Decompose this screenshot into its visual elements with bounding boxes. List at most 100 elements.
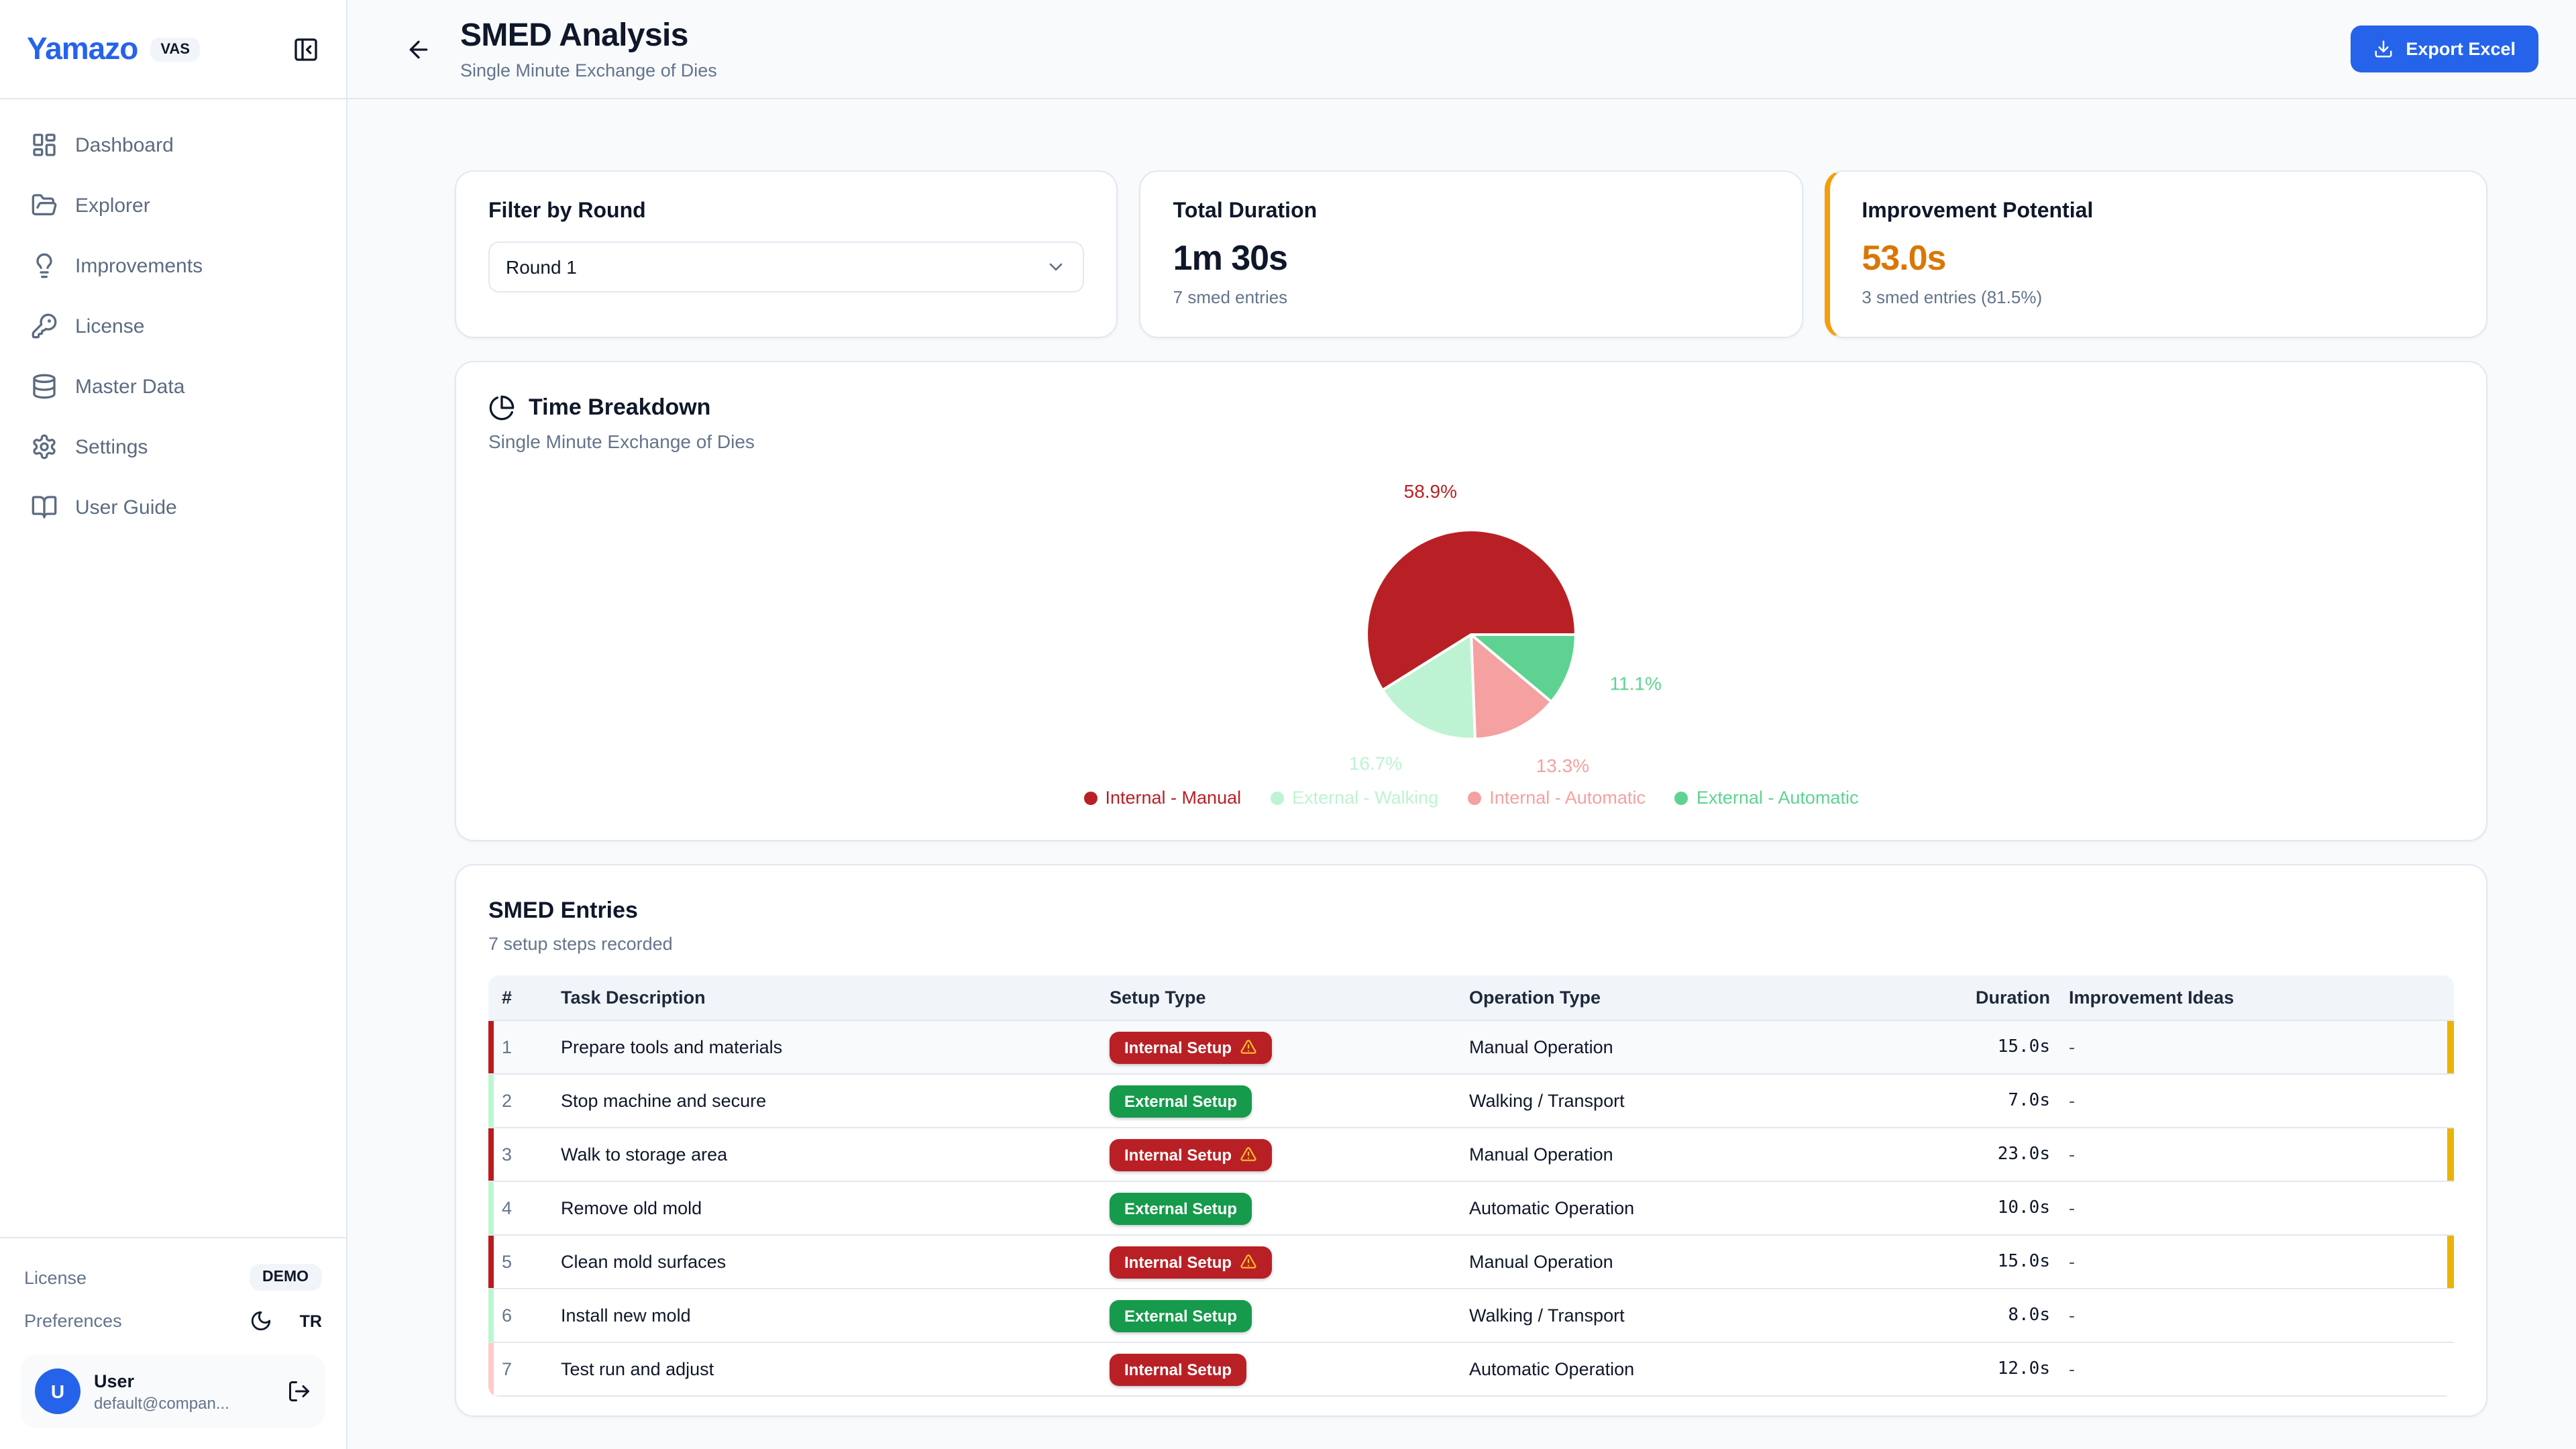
- filter-card-title: Filter by Round: [488, 200, 1085, 224]
- improvement-potential-card: Improvement Potential 53.0s 3 smed entri…: [1824, 170, 2487, 338]
- table-row: 1Prepare tools and materialsInternal Set…: [488, 1021, 2454, 1075]
- user-name: User: [94, 1371, 229, 1391]
- download-icon: [2373, 39, 2394, 59]
- preferences-row: Preferences TR: [21, 1300, 325, 1342]
- legend-label: Internal - Automatic: [1489, 788, 1646, 808]
- page-title: SMED Analysis: [460, 17, 717, 55]
- logout-button[interactable]: [287, 1379, 311, 1403]
- license-label: License: [24, 1267, 87, 1287]
- dark-mode-toggle[interactable]: [250, 1309, 273, 1332]
- improvement-potential-subtitle: 3 smed entries (81.5%): [1862, 287, 2454, 307]
- sidebar-item-master-data[interactable]: Master Data: [13, 360, 333, 413]
- row-number: 5: [488, 1252, 561, 1272]
- sidebar-item-user-guide[interactable]: User Guide: [13, 480, 333, 534]
- setup-type-cell: Internal Setup: [1110, 1246, 1469, 1278]
- avatar: U: [35, 1368, 80, 1414]
- sidebar-item-label: User Guide: [75, 496, 177, 519]
- sidebar-item-label: Master Data: [75, 375, 184, 398]
- export-excel-button[interactable]: Export Excel: [2351, 25, 2538, 72]
- row-number: 3: [488, 1144, 561, 1165]
- total-duration-card: Total Duration 1m 30s 7 smed entries: [1140, 170, 1803, 338]
- pie-chart-icon: [488, 394, 515, 421]
- moon-icon: [250, 1309, 273, 1332]
- chart-legend: Internal - ManualExternal - WalkingInter…: [488, 788, 2454, 808]
- column-header-num: #: [488, 977, 561, 1018]
- page-content: Filter by Round Round 1 Total Duration 1…: [347, 99, 2576, 1449]
- setup-type-cell: External Setup: [1110, 1192, 1469, 1224]
- time-breakdown-card: Time Breakdown Single Minute Exchange of…: [455, 361, 2487, 841]
- round-select-value: Round 1: [506, 256, 577, 278]
- sidebar-item-label: Explorer: [75, 194, 150, 217]
- legend-dot-icon: [1084, 791, 1097, 804]
- sidebar-item-label: Improvements: [75, 254, 203, 277]
- operation-type-cell: Walking / Transport: [1469, 1305, 1821, 1326]
- sidebar-item-explorer[interactable]: Explorer: [13, 178, 333, 232]
- setup-type-badge: Internal Setup: [1110, 1138, 1272, 1171]
- sidebar-item-label: Dashboard: [75, 133, 174, 156]
- database-icon: [31, 373, 58, 400]
- row-number: 1: [488, 1037, 561, 1057]
- sidebar-item-settings[interactable]: Settings: [13, 420, 333, 474]
- warning-icon: [1240, 1038, 1257, 1056]
- improvement-ideas-cell: -: [2050, 1037, 2454, 1057]
- task-description: Install new mold: [561, 1305, 1110, 1326]
- smed-analysis-app: Yamazo VAS Dashboard Explorer Improvemen…: [0, 0, 2576, 1449]
- user-email: default@compan...: [94, 1393, 229, 1412]
- table-body: 1Prepare tools and materials Internal Set…: [488, 1021, 2454, 1397]
- sidebar-collapse-button[interactable]: [287, 30, 325, 68]
- chevron-down-icon: [1046, 256, 1067, 278]
- panel-collapse-icon: [292, 36, 319, 62]
- duration-cell: 8.0s: [1821, 1305, 2050, 1326]
- legend-dot-icon: [1675, 791, 1688, 804]
- license-row: License DEMO: [21, 1254, 325, 1300]
- language-toggle[interactable]: TR: [300, 1311, 322, 1330]
- operation-type-cell: Manual Operation: [1469, 1037, 1821, 1057]
- improvement-ideas-cell: -: [2050, 1091, 2454, 1111]
- app-logo-badge: VAS: [150, 37, 201, 61]
- duration-cell: 10.0s: [1821, 1198, 2050, 1218]
- book-open-icon: [31, 494, 58, 521]
- legend-label: External - Automatic: [1697, 788, 1859, 808]
- setup-type-badge: External Setup: [1110, 1192, 1252, 1224]
- row-number: 2: [488, 1091, 561, 1111]
- warning-icon: [1240, 1253, 1257, 1271]
- row-number: 7: [488, 1359, 561, 1379]
- summary-cards: Filter by Round Round 1 Total Duration 1…: [455, 170, 2487, 338]
- duration-cell: 15.0s: [1821, 1252, 2050, 1272]
- column-header-duration: Duration: [1821, 977, 2050, 1018]
- sidebar-item-license[interactable]: License: [13, 299, 333, 353]
- smed-entries-subtitle: 7 setup steps recorded: [488, 934, 2454, 954]
- table-header: # Task Description Setup Type Operation …: [488, 975, 2454, 1021]
- total-duration-value: 1m 30s: [1173, 237, 1770, 279]
- task-description: Stop machine and secure: [561, 1091, 1110, 1111]
- pie-slice-label: 16.7%: [1349, 753, 1402, 774]
- improvement-potential-title: Improvement Potential: [1862, 200, 2454, 224]
- task-description: Remove old mold: [561, 1198, 1110, 1218]
- operation-type-cell: Manual Operation: [1469, 1144, 1821, 1165]
- setup-type-cell: External Setup: [1110, 1299, 1469, 1332]
- sidebar-item-dashboard[interactable]: Dashboard: [13, 118, 333, 172]
- total-duration-title: Total Duration: [1173, 200, 1770, 224]
- setup-type-cell: External Setup: [1110, 1085, 1469, 1117]
- table-row: 4Remove old moldExternal SetupAutomatic …: [488, 1182, 2454, 1236]
- round-select[interactable]: Round 1: [488, 241, 1085, 292]
- pie-slice-label: 13.3%: [1536, 755, 1589, 776]
- setup-type-badge: External Setup: [1110, 1299, 1252, 1332]
- row-number: 6: [488, 1305, 561, 1326]
- improvement-ideas-cell: -: [2050, 1144, 2454, 1165]
- setup-type-cell: Internal Setup: [1110, 1138, 1469, 1171]
- sidebar-item-improvements[interactable]: Improvements: [13, 239, 333, 292]
- back-button[interactable]: [396, 26, 441, 72]
- setup-type-badge: External Setup: [1110, 1085, 1252, 1117]
- task-description: Prepare tools and materials: [561, 1037, 1110, 1057]
- column-header-task: Task Description: [561, 977, 1110, 1018]
- license-badge: DEMO: [249, 1264, 322, 1291]
- setup-type-badge: Internal Setup: [1110, 1353, 1246, 1385]
- legend-label: Internal - Manual: [1106, 788, 1242, 808]
- sidebar-logo-row: Yamazo VAS: [0, 0, 346, 99]
- user-card: U User default@compan...: [21, 1355, 325, 1428]
- dashboard-icon: [31, 131, 58, 158]
- legend-dot-icon: [1468, 791, 1481, 804]
- table-row: 6Install new moldExternal Setup Walking /…: [488, 1289, 2454, 1343]
- legend-item: Internal - Automatic: [1468, 788, 1646, 808]
